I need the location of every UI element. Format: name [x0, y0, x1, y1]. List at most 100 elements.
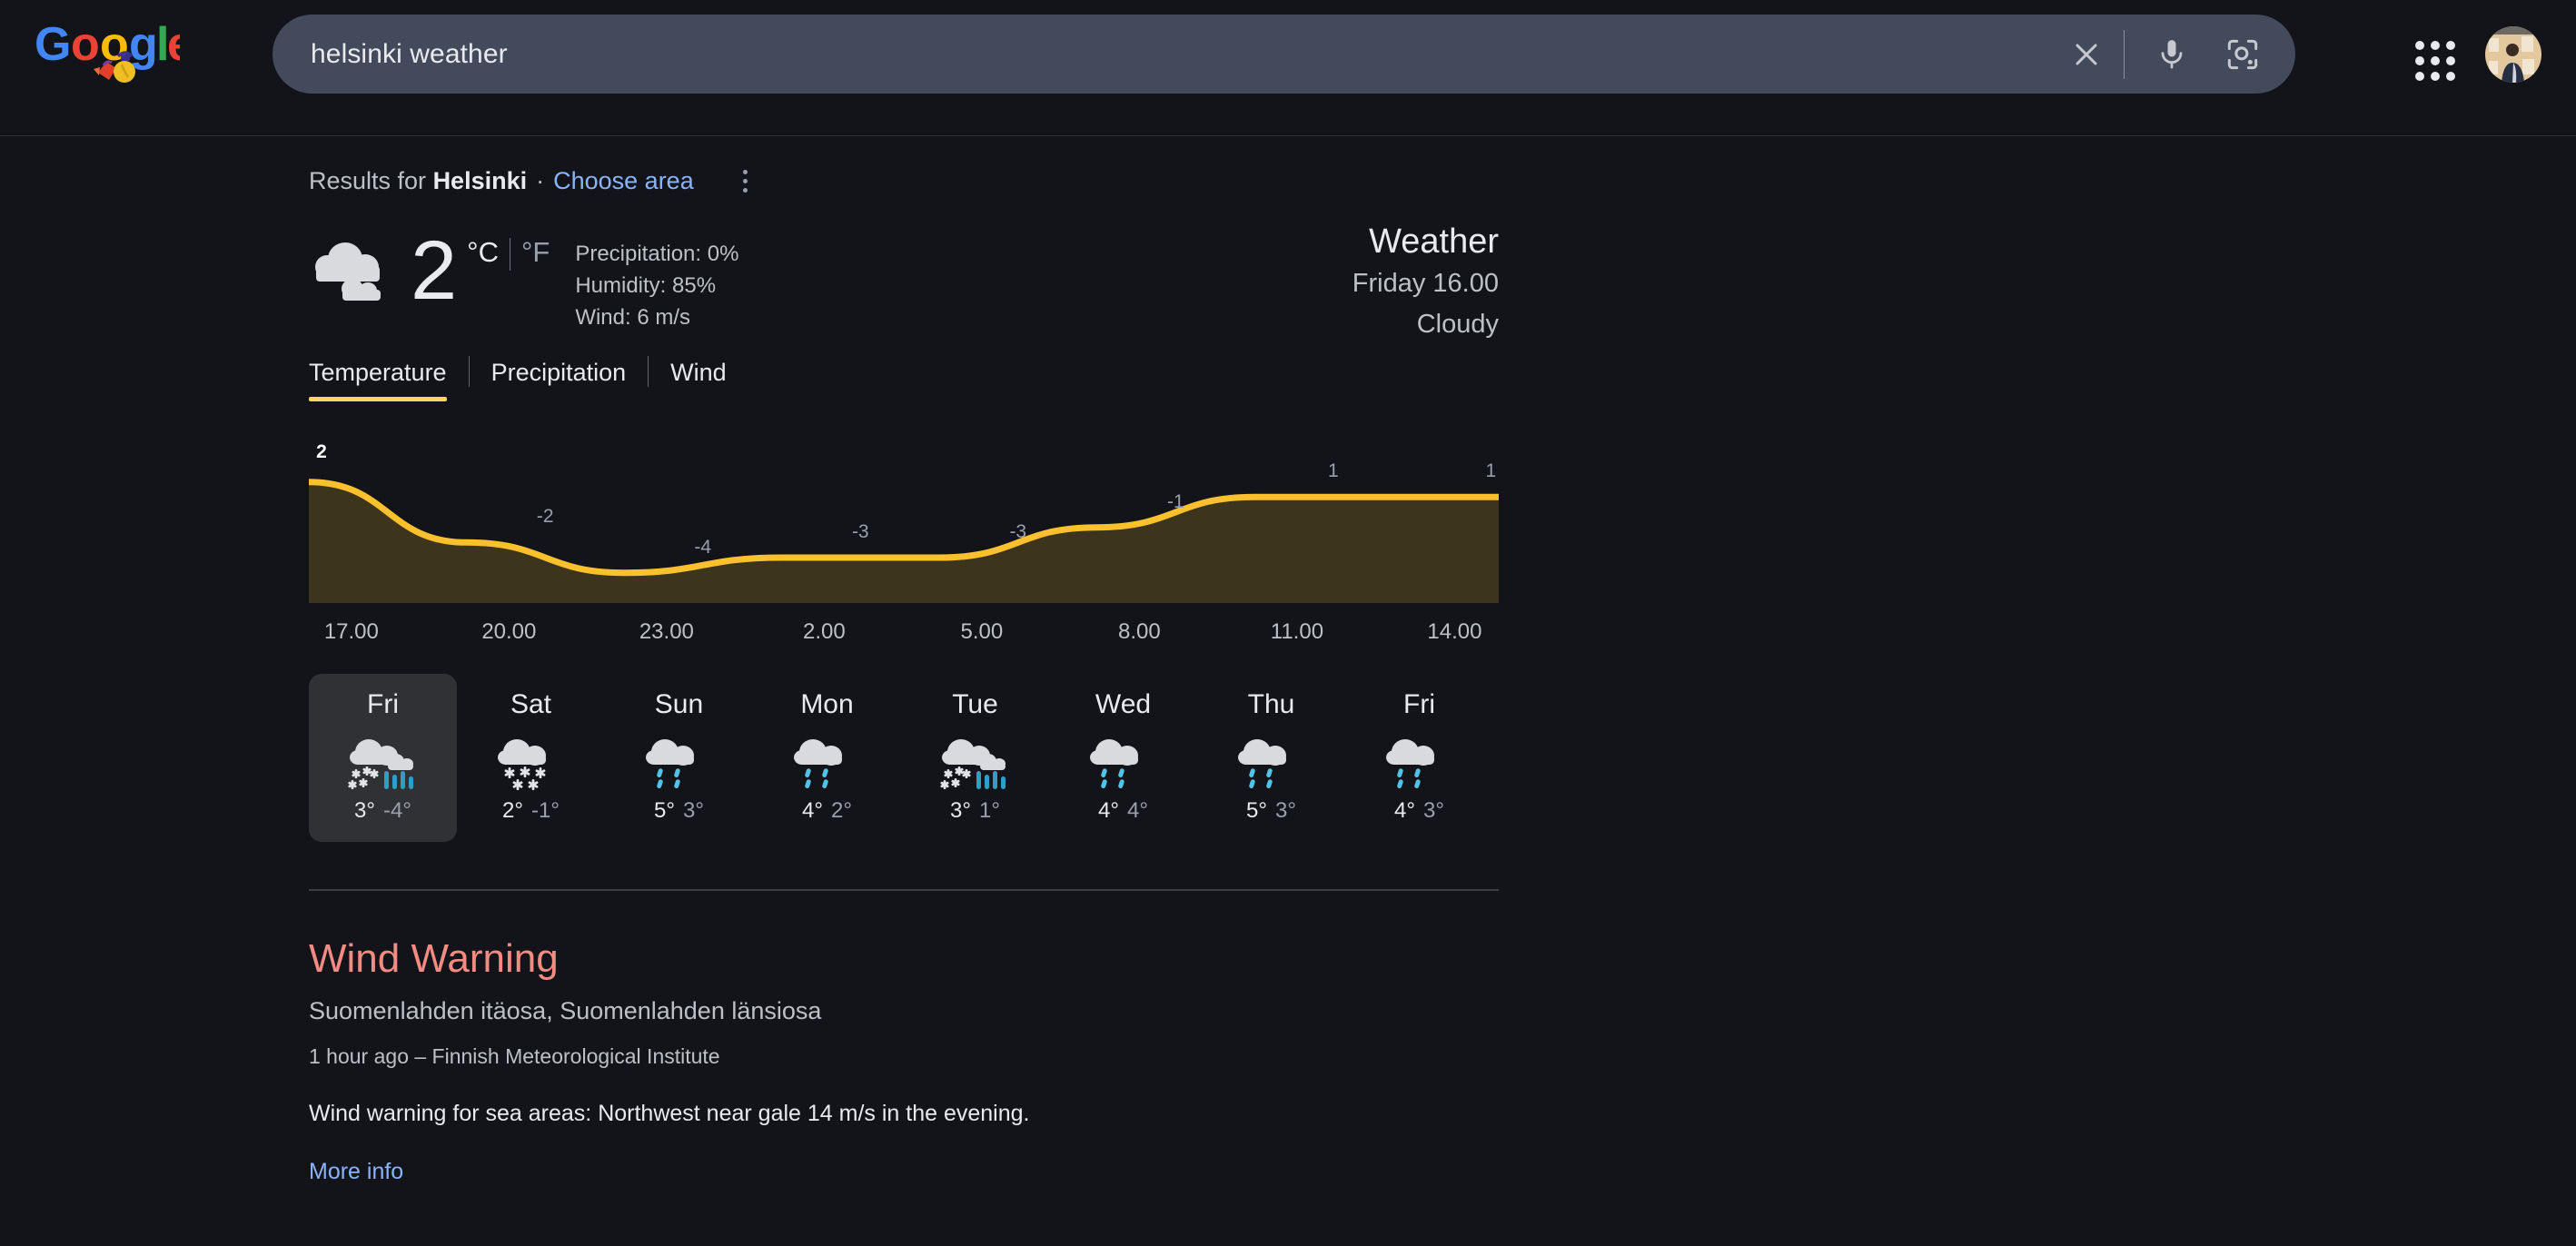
- day-high: 3°: [354, 798, 375, 823]
- day-forecast-card[interactable]: Tue 3° 1°: [901, 674, 1049, 842]
- more-info-link[interactable]: More info: [309, 1156, 403, 1187]
- grid-dot: [2446, 56, 2455, 65]
- sleet-icon: [309, 731, 457, 791]
- chart-area-svg: [309, 479, 1499, 603]
- main-content: Results for Helsinki · Choose area 2 °C …: [0, 136, 2576, 1187]
- day-forecast-card[interactable]: Thu 5° 3°: [1197, 674, 1345, 842]
- day-low: 4°: [1127, 798, 1148, 823]
- day-forecast-card[interactable]: Mon 4° 2°: [753, 674, 901, 842]
- day-name: Sun: [654, 689, 704, 719]
- chart-point-label: 1: [1485, 460, 1497, 482]
- google-logo[interactable]: G o o g l e: [35, 20, 180, 83]
- day-high: 4°: [1394, 798, 1415, 823]
- temperature-chart[interactable]: 2 -2 -4 -3 -3 -1 1 1: [309, 441, 1499, 614]
- rain-icon: [1197, 731, 1345, 791]
- warning-areas: Suomenlahden itäosa, Suomenlahden länsio…: [309, 997, 822, 1024]
- warning-body: Wind warning for sea areas: Northwest ne…: [309, 1101, 1030, 1126]
- day-forecast-card[interactable]: Sat 2° -1°: [457, 674, 605, 842]
- choose-area-link[interactable]: Choose area: [553, 167, 694, 195]
- tab-precipitation[interactable]: Precipitation: [491, 359, 627, 401]
- chart-tabs: Temperature Precipitation Wind: [309, 352, 1499, 401]
- results-city: Helsinki: [432, 166, 528, 194]
- unit-toggle[interactable]: °C °F: [467, 236, 550, 271]
- grid-dot: [2431, 56, 2440, 65]
- svg-text:e: e: [167, 20, 180, 71]
- grid-dot: [2446, 72, 2455, 81]
- day-low: 2°: [831, 798, 852, 823]
- day-high: 3°: [950, 798, 971, 823]
- tab-temperature[interactable]: Temperature: [309, 359, 447, 401]
- day-name: Tue: [952, 689, 998, 719]
- chart-x-tick: 14.00: [1427, 619, 1482, 644]
- kebab-dot: [743, 169, 748, 174]
- grid-dot: [2446, 41, 2455, 50]
- day-forecast-card[interactable]: Wed 4° 4°: [1049, 674, 1197, 842]
- chart-x-tick: 23.00: [639, 619, 694, 644]
- results-separator: ·: [536, 166, 545, 194]
- kebab-dot: [743, 187, 748, 193]
- day-temperatures: 4° 3°: [1345, 796, 1493, 826]
- section-divider: [309, 889, 1499, 891]
- precipitation-value: Precipitation: 0%: [575, 242, 739, 266]
- chart-x-axis: 17.00 20.00 23.00 2.00 5.00 8.00 11.00 14.00: [309, 619, 1499, 656]
- warning-title[interactable]: Wind Warning: [309, 934, 1499, 984]
- day-name: Mon: [800, 689, 854, 719]
- camera-lens-icon[interactable]: [2221, 33, 2264, 76]
- day-temperatures: 5° 3°: [605, 796, 753, 826]
- day-low: -1°: [531, 798, 560, 823]
- weather-warning: Wind Warning Suomenlahden itäosa, Suomen…: [309, 934, 1499, 1187]
- chart-x-tick: 17.00: [323, 619, 379, 644]
- panel-title: Weather: [1369, 222, 1499, 261]
- day-temperatures: 5° 3°: [1197, 796, 1345, 826]
- rain-icon: [753, 731, 901, 791]
- current-left-group: 2 °C °F Precipitation: 0% Humidity: 85% …: [309, 225, 1499, 333]
- current-metrics: Precipitation: 0% Humidity: 85% Wind: 6 …: [575, 238, 738, 333]
- chart-point-label: -3: [851, 521, 869, 542]
- microphone-icon[interactable]: [2150, 33, 2194, 76]
- search-input[interactable]: [311, 38, 2064, 70]
- chart-point-label: -1: [1166, 490, 1184, 512]
- day-name: Fri: [1403, 689, 1435, 719]
- day-low: 3°: [1423, 798, 1444, 823]
- rain-icon: [1345, 731, 1493, 791]
- more-options-icon[interactable]: [730, 165, 761, 196]
- daily-forecast: Fri 3° -4° Sat 2° -1° Sun 5° 3° Mon 4° 2° Tue 3° 1° Wed…: [309, 674, 1499, 842]
- day-forecast-card[interactable]: Fri 3° -4°: [309, 674, 457, 842]
- svg-text:g: g: [129, 20, 158, 71]
- grid-dot: [2431, 41, 2440, 50]
- day-forecast-card[interactable]: Sun 5° 3°: [605, 674, 753, 842]
- grid-dot: [2415, 72, 2424, 81]
- tab-divider: [468, 356, 470, 387]
- chart-x-tick: 8.00: [1118, 619, 1161, 644]
- warning-source: 1 hour ago – Finnish Meteorological Inst…: [309, 1044, 720, 1068]
- chart-point-label: -2: [536, 506, 554, 528]
- page-header: G o o g l e: [0, 0, 2576, 136]
- close-icon[interactable]: [2064, 32, 2109, 77]
- search-bar[interactable]: [272, 15, 2295, 94]
- results-for-line: Results for Helsinki · Choose area: [309, 136, 2576, 196]
- chart-point-label: 2: [316, 441, 327, 462]
- avatar[interactable]: [2485, 26, 2541, 83]
- day-temperatures: 4° 2°: [753, 796, 901, 826]
- wind-value: Wind: 6 m/s: [575, 305, 691, 330]
- rain-icon: [605, 731, 753, 791]
- svg-text:o: o: [100, 20, 129, 71]
- panel-datetime: Friday 16.00: [1352, 269, 1499, 298]
- google-apps-grid-icon[interactable]: [2415, 41, 2455, 81]
- tab-wind[interactable]: Wind: [670, 359, 727, 401]
- day-low: 3°: [683, 798, 704, 823]
- cloudy-icon: [309, 236, 398, 314]
- day-high: 5°: [654, 798, 675, 823]
- chart-x-tick: 5.00: [960, 619, 1004, 644]
- day-temperatures: 3° -4°: [309, 796, 457, 826]
- rain-icon: [1049, 731, 1197, 791]
- day-name: Thu: [1247, 689, 1295, 719]
- grid-dot: [2415, 56, 2424, 65]
- unit-celsius[interactable]: °C: [467, 236, 499, 269]
- day-forecast-card[interactable]: Fri 4° 3°: [1345, 674, 1493, 842]
- unit-fahrenheit[interactable]: °F: [521, 236, 550, 269]
- humidity-value: Humidity: 85%: [575, 273, 717, 298]
- snow-icon: [457, 731, 605, 791]
- svg-text:o: o: [71, 20, 100, 71]
- weather-panel-header: Weather Friday 16.00 Cloudy: [1352, 220, 1499, 345]
